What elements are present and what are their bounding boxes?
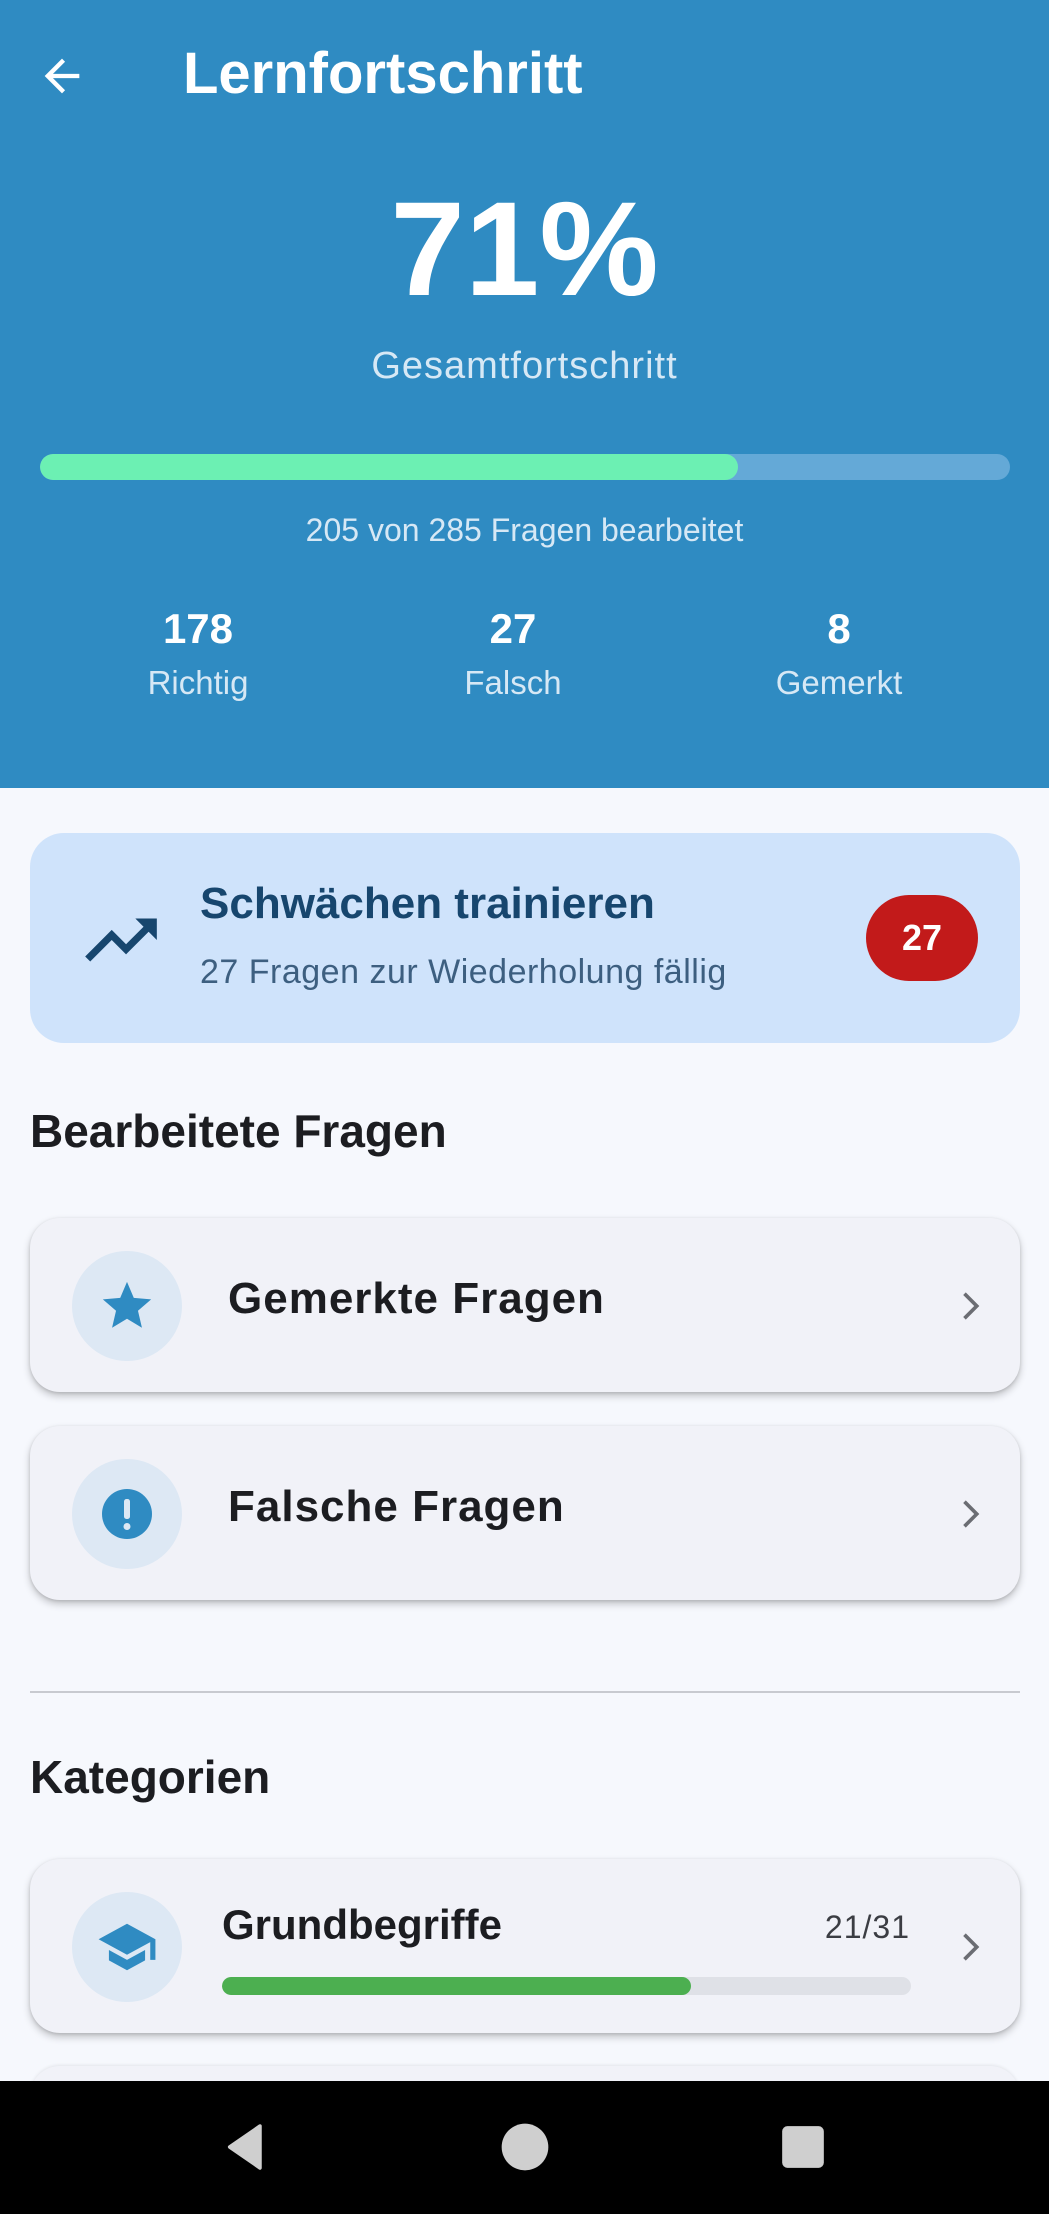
arrow-left-icon <box>44 58 80 94</box>
train-weaknesses-subtitle: 27 Fragen zur Wiederholung fällig <box>200 953 727 991</box>
categories-section-title: Kategorien <box>30 1751 271 1803</box>
stat-marked: 8 Gemerkt <box>689 600 989 708</box>
nav-back-button[interactable] <box>206 2107 286 2187</box>
overall-label: Gesamtfortschritt <box>371 345 678 387</box>
wrong-questions-label: Falsche Fragen <box>228 1482 565 1531</box>
marked-icon-circle <box>72 1251 182 1361</box>
section-divider <box>30 1691 1020 1693</box>
wrong-questions-item[interactable]: Falsche Fragen <box>30 1426 1020 1600</box>
trending-up-icon <box>85 918 157 962</box>
stat-marked-value: 8 <box>827 605 851 652</box>
page-title: Lernfortschritt <box>183 41 583 106</box>
exclamation-icon <box>102 1489 152 1539</box>
category-progress-fill <box>222 1977 691 1995</box>
star-icon <box>102 1281 152 1328</box>
graduation-cap-icon <box>98 1923 156 1971</box>
overall-progress-bar <box>40 454 1010 480</box>
chevron-right-icon <box>963 1933 980 1961</box>
train-weaknesses-title: Schwächen trainieren <box>200 879 655 928</box>
category-item-grundbegriffe[interactable]: Grundbegriffe 21/31 <box>30 1859 1020 2033</box>
home-circle-icon <box>501 2123 549 2171</box>
category-count: 21/31 <box>824 1909 910 1945</box>
stat-correct: 178 Richtig <box>48 600 348 708</box>
back-triangle-icon <box>227 2124 262 2170</box>
category-progress-bar <box>222 1977 911 1995</box>
stat-wrong: 27 Falsch <box>363 600 663 708</box>
overall-progress-fill <box>40 454 739 480</box>
overall-percent: 71% <box>390 175 659 324</box>
category-name: Grundbegriffe <box>222 1901 502 1948</box>
system-navigation-bar <box>0 2081 1049 2214</box>
category-icon-circle <box>72 1892 182 2002</box>
wrong-icon-circle <box>72 1459 182 1569</box>
stat-correct-value: 178 <box>162 605 234 652</box>
nav-recents-button[interactable] <box>763 2107 843 2187</box>
chevron-right-icon <box>963 1500 980 1528</box>
progress-header: Lernfortschritt 71% Gesamtfortschritt 20… <box>0 0 1049 788</box>
chevron-right-icon <box>963 1292 980 1320</box>
recents-square-icon <box>782 2126 824 2168</box>
due-count-badge: 27 <box>866 895 978 981</box>
stat-correct-label: Richtig <box>147 664 249 701</box>
stat-wrong-value: 27 <box>489 605 537 652</box>
back-button[interactable] <box>30 44 94 108</box>
stat-marked-label: Gemerkt <box>775 664 903 701</box>
train-weaknesses-card[interactable]: Schwächen trainieren 27 Fragen zur Wiede… <box>30 833 1020 1043</box>
stat-wrong-label: Falsch <box>464 664 562 701</box>
progress-caption: 205 von 285 Fragen bearbeitet <box>305 512 744 548</box>
marked-questions-item[interactable]: Gemerkte Fragen <box>30 1218 1020 1392</box>
marked-questions-label: Gemerkte Fragen <box>228 1274 605 1323</box>
answered-section-title: Bearbeitete Fragen <box>30 1105 447 1157</box>
nav-home-button[interactable] <box>485 2107 565 2187</box>
